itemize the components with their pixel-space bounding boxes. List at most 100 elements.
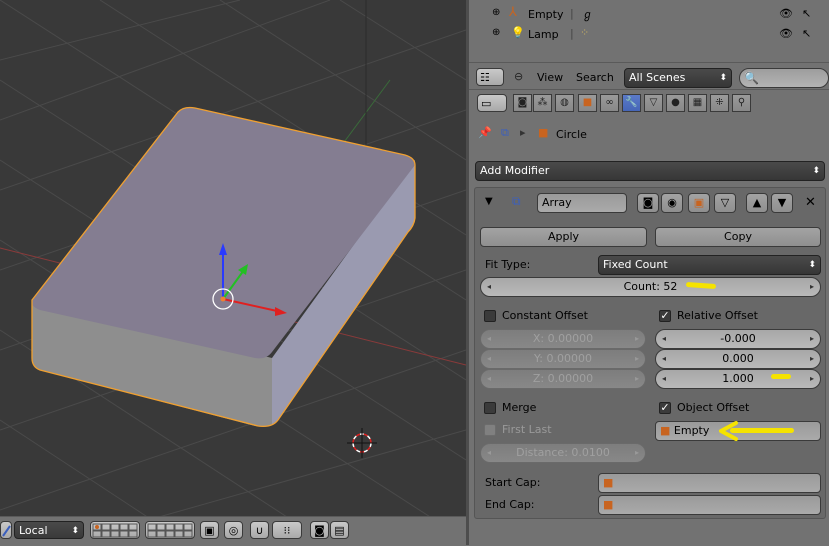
lock-camera-icon[interactable]: ▣ <box>200 521 219 539</box>
texture-tab-icon[interactable]: ▦ <box>688 94 707 112</box>
view-menu[interactable]: View <box>537 71 563 84</box>
object-offset-checkbox[interactable]: ✓ <box>659 402 671 414</box>
first-last-checkbox[interactable] <box>484 424 496 436</box>
constant-offset-z-field[interactable]: ◂ Z: 0.00000 ▸ <box>480 369 646 389</box>
mesh-data-tab-icon[interactable]: ▽ <box>644 94 663 112</box>
increment-arrow-icon[interactable]: ▸ <box>635 370 639 388</box>
outliner-row[interactable]: ⊕ 💡 Lamp | ⁘ 👁 ↖ <box>469 25 829 45</box>
merge-distance-value: Distance: 0.0100 <box>516 446 610 459</box>
dropdown-chevron-icon: ⬍ <box>71 526 79 536</box>
view-menu-icon[interactable] <box>0 521 12 539</box>
increment-arrow-icon[interactable]: ▸ <box>810 330 814 348</box>
particles-tab-icon[interactable]: ⁜ <box>710 94 729 112</box>
constant-offset-x-field[interactable]: ◂ X: 0.00000 ▸ <box>480 329 646 349</box>
3d-viewport[interactable] <box>0 0 466 545</box>
remove-modifier-close-icon[interactable]: ✕ <box>805 195 816 210</box>
relative-offset-z-field[interactable]: ◂ 1.000 ▸ <box>655 369 821 389</box>
end-cap-field[interactable]: ■ <box>598 495 821 515</box>
pivot-select[interactable]: Local ⬍ <box>14 521 84 539</box>
copy-button[interactable]: Copy <box>655 227 821 247</box>
count-value: Count: 52 <box>623 280 678 293</box>
increment-arrow-icon[interactable]: ▸ <box>635 444 639 462</box>
add-modifier-select[interactable]: Add Modifier ⬍ <box>475 161 825 181</box>
render-toggle-icon[interactable]: ◙ <box>637 193 659 213</box>
decrement-arrow-icon[interactable]: ◂ <box>662 350 666 368</box>
modifier-name-input[interactable]: Array <box>537 193 627 213</box>
fit-type-select[interactable]: Fixed Count ⬍ <box>598 255 821 275</box>
constraints-tab-icon[interactable]: ∞ <box>600 94 619 112</box>
world-tab-icon[interactable]: ◍ <box>555 94 574 112</box>
outliner: ⊕ ⅄ Empty | ℊ 👁 ↖ ⊕ 💡 Lamp | ⁘ 👁 ↖ <box>469 0 829 60</box>
decrement-arrow-icon[interactable]: ◂ <box>487 350 491 368</box>
move-up-icon[interactable]: ▲ <box>746 193 768 213</box>
expand-plus-icon[interactable]: ⊕ <box>492 27 500 38</box>
editmode-toggle-icon[interactable]: ▣ <box>688 193 710 213</box>
editor-type-icon[interactable]: ▭ <box>477 94 507 112</box>
scenes-select-label: All Scenes <box>629 71 686 84</box>
render-preview-icon[interactable]: ◎ <box>224 521 243 539</box>
search-menu[interactable]: Search <box>576 71 614 84</box>
increment-arrow-icon[interactable]: ▸ <box>635 350 639 368</box>
select-arrow-icon[interactable]: ↖ <box>802 27 811 40</box>
modifiers-wrench-tab-icon[interactable]: 🔧 <box>622 94 641 112</box>
decrement-arrow-icon[interactable]: ◂ <box>487 278 491 296</box>
count-field[interactable]: ◂ Count: 52 ▸ <box>480 277 821 297</box>
relative-offset-x-field[interactable]: ◂ -0.000 ▸ <box>655 329 821 349</box>
increment-arrow-icon[interactable]: ▸ <box>810 350 814 368</box>
visibility-eye-icon[interactable]: 👁 <box>779 27 793 40</box>
constant-offset-y-field[interactable]: ◂ Y: 0.00000 ▸ <box>480 349 646 369</box>
render-camera-icon[interactable]: ◙ <box>310 521 329 539</box>
move-down-icon[interactable]: ▼ <box>771 193 793 213</box>
snap-element-icon[interactable]: ⁝⁝ <box>272 521 302 539</box>
snap-magnet-icon[interactable]: ∪ <box>250 521 269 539</box>
object-cube-icon: ■ <box>603 498 614 511</box>
collapse-triangle-icon[interactable]: ▼ <box>485 196 493 207</box>
annotation-arrowhead <box>719 421 738 441</box>
separator: | <box>570 27 574 40</box>
3d-cursor[interactable] <box>347 428 377 458</box>
relative-offset-z-value: 1.000 <box>722 372 754 385</box>
render-tab-icon[interactable]: ◙ <box>513 94 532 112</box>
expand-plus-icon[interactable]: ⊕ <box>492 7 500 18</box>
outliner-row[interactable]: ⊕ ⅄ Empty | ℊ 👁 ↖ <box>469 5 829 25</box>
physics-tab-icon[interactable]: ⚲ <box>732 94 751 112</box>
outliner-search-input[interactable]: 🔍 <box>739 68 829 88</box>
increment-arrow-icon[interactable]: ▸ <box>810 278 814 296</box>
first-last-label: First Last <box>502 423 552 436</box>
decrement-arrow-icon[interactable]: ◂ <box>662 370 666 388</box>
relative-offset-checkbox[interactable]: ✓ <box>659 310 671 322</box>
increment-arrow-icon[interactable]: ▸ <box>810 370 814 388</box>
visibility-eye-icon[interactable]: 👁 <box>779 7 793 20</box>
apply-button[interactable]: Apply <box>480 227 647 247</box>
decrement-arrow-icon[interactable]: ◂ <box>487 444 491 462</box>
layer-buttons-group-1[interactable] <box>90 521 140 539</box>
outliner-item-label[interactable]: Lamp <box>528 28 559 41</box>
select-arrow-icon[interactable]: ↖ <box>802 7 811 20</box>
pin-icon[interactable]: 📌 <box>478 126 492 139</box>
outliner-item-label[interactable]: Empty <box>528 8 563 21</box>
viewport-eye-icon[interactable]: ◉ <box>661 193 683 213</box>
layer-buttons-group-2[interactable] <box>145 521 195 539</box>
constant-offset-checkbox[interactable] <box>484 310 496 322</box>
collapse-menu-icon[interactable]: ⊖ <box>514 70 523 83</box>
start-cap-field[interactable]: ■ <box>598 473 821 493</box>
render-layers-tab-icon[interactable]: ⁂ <box>533 94 552 112</box>
object-offset-object-value: Empty <box>673 424 710 437</box>
decrement-arrow-icon[interactable]: ◂ <box>487 370 491 388</box>
material-tab-icon[interactable]: ● <box>666 94 685 112</box>
object-cube-icon: ■ <box>603 476 614 489</box>
relative-offset-y-field[interactable]: ◂ 0.000 ▸ <box>655 349 821 369</box>
decrement-arrow-icon[interactable]: ◂ <box>487 330 491 348</box>
scenes-select[interactable]: All Scenes ⬍ <box>624 68 732 88</box>
add-modifier-label: Add Modifier <box>480 164 550 177</box>
increment-arrow-icon[interactable]: ▸ <box>635 330 639 348</box>
decrement-arrow-icon[interactable]: ◂ <box>662 330 666 348</box>
object-tab-icon[interactable]: ■ <box>578 94 597 112</box>
merge-distance-field[interactable]: ◂ Distance: 0.0100 ▸ <box>480 443 646 463</box>
constant-offset-z-value: Z: 0.00000 <box>532 372 594 385</box>
cage-toggle-icon[interactable]: ▽ <box>714 193 736 213</box>
merge-checkbox[interactable] <box>484 402 496 414</box>
editor-type-icon[interactable]: ☷ <box>476 68 504 86</box>
render-animation-icon[interactable]: ▤ <box>330 521 349 539</box>
separator: | <box>570 7 574 20</box>
